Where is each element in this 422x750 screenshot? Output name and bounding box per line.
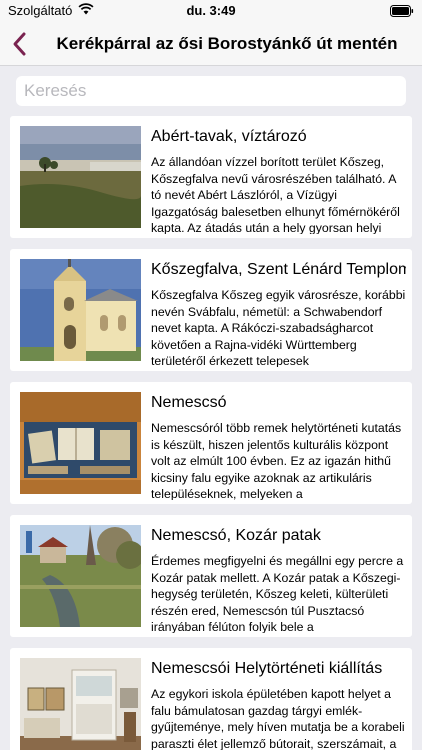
list-item-description: Az állandóan vízzel borított terület Kős… (151, 155, 400, 234)
list-item[interactable]: Kőszegfalva, Szent Lénárd Templom Kőszeg… (10, 249, 412, 371)
list-item-description: Az egykori iskola épületében kapott hely… (151, 687, 405, 750)
search-area (0, 66, 422, 116)
list-item-thumbnail (20, 525, 141, 627)
list-item-title: Nemescsói Helytörténeti kiállítás (151, 660, 383, 677)
list-item-description: Kőszegfalva Kőszeg egyik városrésze, kor… (151, 288, 406, 367)
list-item-description: Érdemes megfigyelni és megállni egy perc… (151, 554, 404, 633)
list-item-thumbnail (20, 126, 141, 228)
list-item-description: Nemescsóról több remek helytörténeti kut… (151, 421, 402, 500)
list-item[interactable]: Nemescsó, Kozár patak Érdemes megfigyeln… (10, 515, 412, 637)
nav-bar: Kerékpárral az ősi Borostyánkő út mentén (0, 22, 422, 66)
battery-icon (390, 5, 414, 20)
chevron-left-icon (13, 32, 26, 56)
status-bar: Szolgáltató du. 3:49 (0, 0, 422, 22)
list-item-title: Abért-tavak, víztározó (151, 128, 307, 145)
list-item-thumbnail (20, 658, 141, 750)
list-item-thumbnail (20, 259, 141, 361)
back-button[interactable] (8, 30, 32, 58)
list-item-title: Nemescsó (151, 394, 227, 411)
list-item-thumbnail (20, 392, 141, 494)
page-title: Kerékpárral az ősi Borostyánkő út mentén (56, 34, 398, 53)
list-item-title: Kőszegfalva, Szent Lénárd Templom (151, 261, 406, 278)
list-item-title: Nemescsó, Kozár patak (151, 527, 321, 544)
list-item[interactable]: Nemescsó Nemescsóról több remek helytört… (10, 382, 412, 504)
list-item[interactable]: Abért-tavak, víztározó Az állandóan vízz… (10, 116, 412, 238)
search-input[interactable] (16, 76, 406, 106)
list-item[interactable]: Nemescsói Helytörténeti kiállítás Az egy… (10, 648, 412, 750)
status-time: du. 3:49 (186, 3, 236, 18)
